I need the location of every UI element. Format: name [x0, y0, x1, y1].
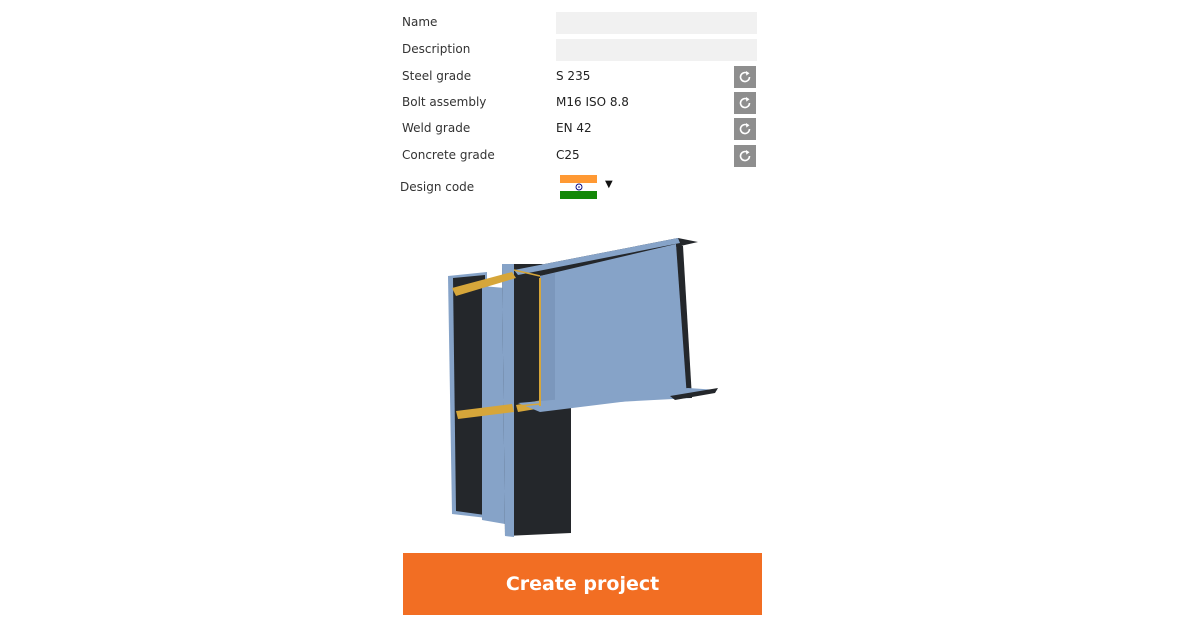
- weld-grade-row: Weld grade EN 42: [402, 118, 758, 140]
- steel-grade-reset-button[interactable]: [734, 66, 756, 88]
- weld-grade-value[interactable]: EN 42: [556, 121, 592, 135]
- bolt-assembly-row: Bolt assembly M16 ISO 8.8: [402, 92, 758, 114]
- bolt-assembly-label: Bolt assembly: [402, 95, 487, 109]
- connection-3d-model: [448, 238, 718, 537]
- bolt-assembly-value[interactable]: M16 ISO 8.8: [556, 95, 629, 109]
- design-code-row: Design code ▼: [400, 175, 756, 199]
- description-row: Description: [402, 39, 758, 61]
- name-input[interactable]: [556, 12, 757, 34]
- weld-grade-label: Weld grade: [402, 121, 471, 135]
- weld-grade-reset-button[interactable]: [734, 118, 756, 140]
- name-label: Name: [402, 15, 438, 29]
- design-code-dropdown-caret-icon[interactable]: ▼: [605, 179, 613, 190]
- concrete-grade-value[interactable]: C25: [556, 148, 580, 162]
- steel-grade-row: Steel grade S 235: [402, 66, 758, 88]
- description-input[interactable]: [556, 39, 757, 61]
- concrete-grade-reset-button[interactable]: [734, 145, 756, 167]
- bolt-assembly-reset-button[interactable]: [734, 92, 756, 114]
- refresh-icon: [739, 150, 751, 162]
- refresh-icon: [739, 123, 751, 135]
- name-row: Name: [402, 12, 758, 34]
- design-code-label: Design code: [400, 180, 475, 194]
- steel-grade-label: Steel grade: [402, 69, 472, 83]
- refresh-icon: [739, 71, 751, 83]
- steel-grade-value[interactable]: S 235: [556, 69, 590, 83]
- ashoka-chakra-icon: [575, 183, 583, 191]
- concrete-grade-label: Concrete grade: [402, 148, 495, 162]
- concrete-grade-row: Concrete grade C25: [402, 145, 758, 167]
- india-flag-icon[interactable]: [560, 175, 597, 199]
- description-label: Description: [402, 42, 471, 56]
- create-project-button[interactable]: Create project: [403, 553, 762, 615]
- refresh-icon: [739, 97, 751, 109]
